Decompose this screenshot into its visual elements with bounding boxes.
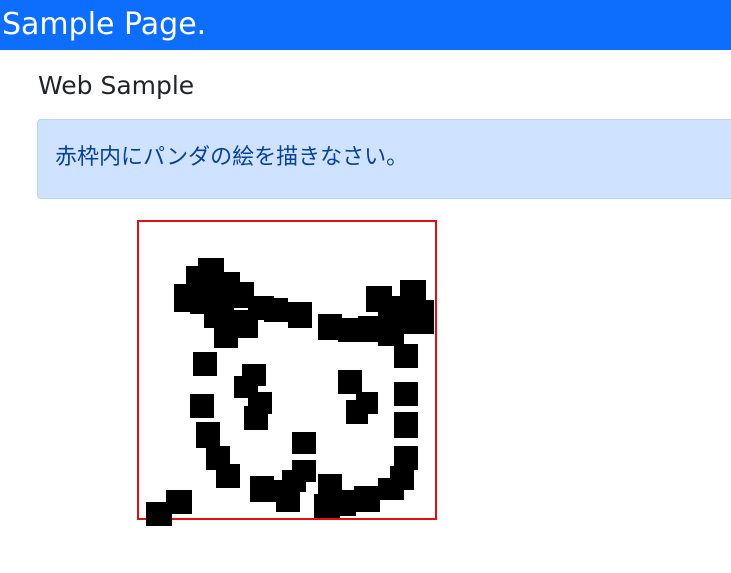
page-heading: Web Sample bbox=[38, 71, 195, 100]
navbar: Sample Page. bbox=[0, 0, 731, 50]
instruction-text: 赤枠内にパンダの絵を描きなさい。 bbox=[55, 145, 409, 170]
instruction-alert: 赤枠内にパンダの絵を描きなさい。 bbox=[37, 119, 731, 199]
navbar-brand[interactable]: Sample Page. bbox=[2, 6, 206, 44]
drawing-canvas[interactable] bbox=[137, 220, 437, 520]
